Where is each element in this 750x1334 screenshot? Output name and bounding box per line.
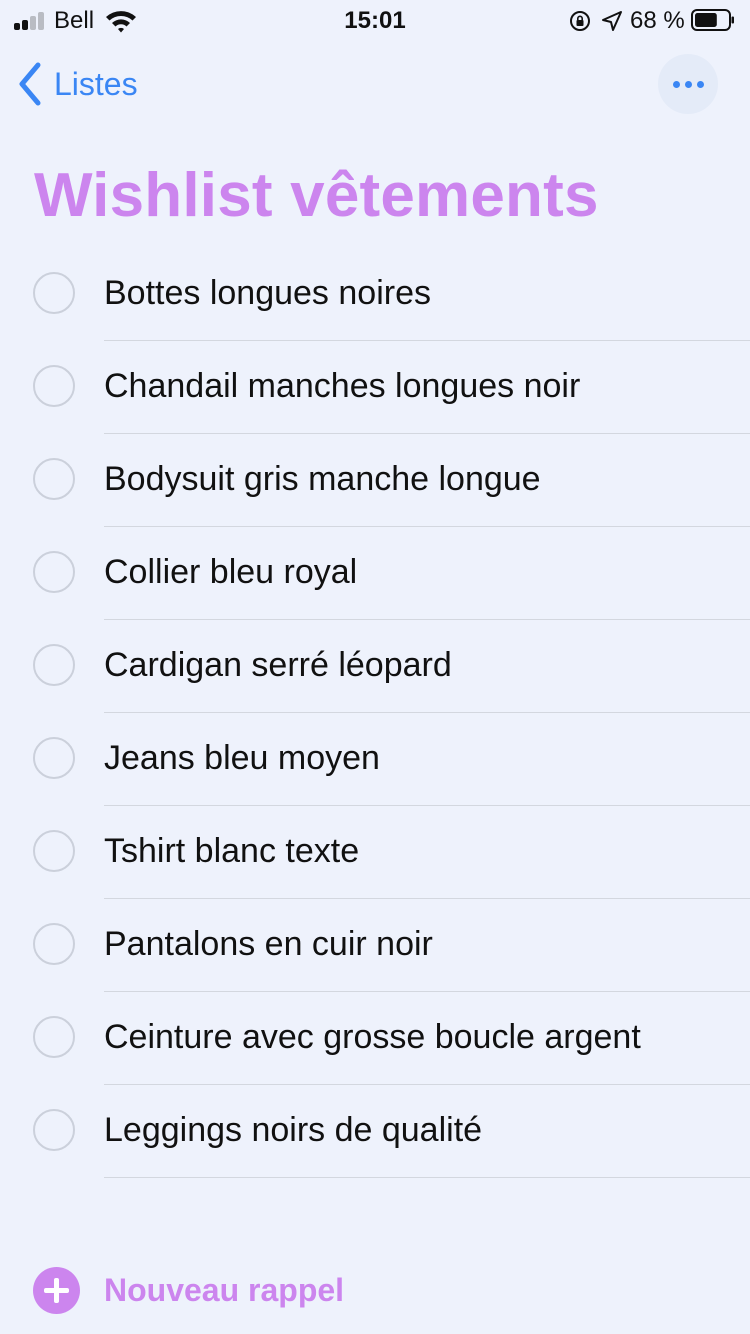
location-arrow-icon: [602, 11, 622, 31]
reminder-title[interactable]: Bottes longues noires: [104, 274, 431, 313]
status-bar: Bell 15:01 68 %: [0, 0, 750, 40]
list-item[interactable]: Tshirt blanc texte: [0, 806, 750, 899]
list-item[interactable]: Bodysuit gris manche longue: [0, 434, 750, 527]
more-options-button[interactable]: [658, 54, 718, 114]
plus-circle-icon: [33, 1266, 80, 1314]
list-item[interactable]: Pantalons en cuir noir: [0, 899, 750, 992]
reminder-title[interactable]: Leggings noirs de qualité: [104, 1111, 482, 1150]
reminder-title[interactable]: Chandail manches longues noir: [104, 367, 580, 406]
completion-circle-icon[interactable]: [33, 458, 75, 500]
reminder-title[interactable]: Ceinture avec grosse boucle argent: [104, 1018, 641, 1057]
list-item[interactable]: Cardigan serré léopard: [0, 620, 750, 713]
completion-circle-icon[interactable]: [33, 830, 75, 872]
completion-circle-icon[interactable]: [33, 272, 75, 314]
reminder-title[interactable]: Bodysuit gris manche longue: [104, 460, 541, 499]
battery-icon: [691, 9, 734, 31]
list-item[interactable]: Leggings noirs de qualité: [0, 1085, 750, 1178]
list-item[interactable]: Chandail manches longues noir: [0, 341, 750, 434]
completion-circle-icon[interactable]: [33, 644, 75, 686]
completion-circle-icon[interactable]: [33, 365, 75, 407]
orientation-lock-icon: [570, 11, 590, 31]
reminder-title[interactable]: Pantalons en cuir noir: [104, 925, 433, 964]
new-reminder-label: Nouveau rappel: [104, 1271, 345, 1308]
reminder-title[interactable]: Collier bleu royal: [104, 553, 357, 592]
completion-circle-icon[interactable]: [33, 737, 75, 779]
back-button-label: Listes: [54, 65, 138, 102]
ellipsis-icon: [670, 75, 706, 93]
list-title: Wishlist vêtements: [34, 161, 599, 230]
completion-circle-icon[interactable]: [33, 551, 75, 593]
completion-circle-icon[interactable]: [33, 1109, 75, 1151]
row-divider: [104, 1177, 750, 1178]
completion-circle-icon[interactable]: [33, 1016, 75, 1058]
reminder-title[interactable]: Jeans bleu moyen: [104, 739, 380, 778]
back-button[interactable]: Listes: [16, 58, 138, 110]
reminder-title[interactable]: Tshirt blanc texte: [104, 832, 359, 871]
reminder-title[interactable]: Cardigan serré léopard: [104, 646, 452, 685]
list-item[interactable]: Collier bleu royal: [0, 527, 750, 620]
list-item[interactable]: Ceinture avec grosse boucle argent: [0, 992, 750, 1085]
list-item[interactable]: Jeans bleu moyen: [0, 713, 750, 806]
reminder-list: Bottes longues noires Chandail manches lo…: [0, 248, 750, 1178]
chevron-left-icon: [19, 62, 41, 106]
battery-percent: 68 %: [630, 7, 685, 34]
list-item[interactable]: Bottes longues noires: [0, 248, 750, 341]
completion-circle-icon[interactable]: [33, 923, 75, 965]
new-reminder-button[interactable]: Nouveau rappel: [33, 1266, 344, 1314]
